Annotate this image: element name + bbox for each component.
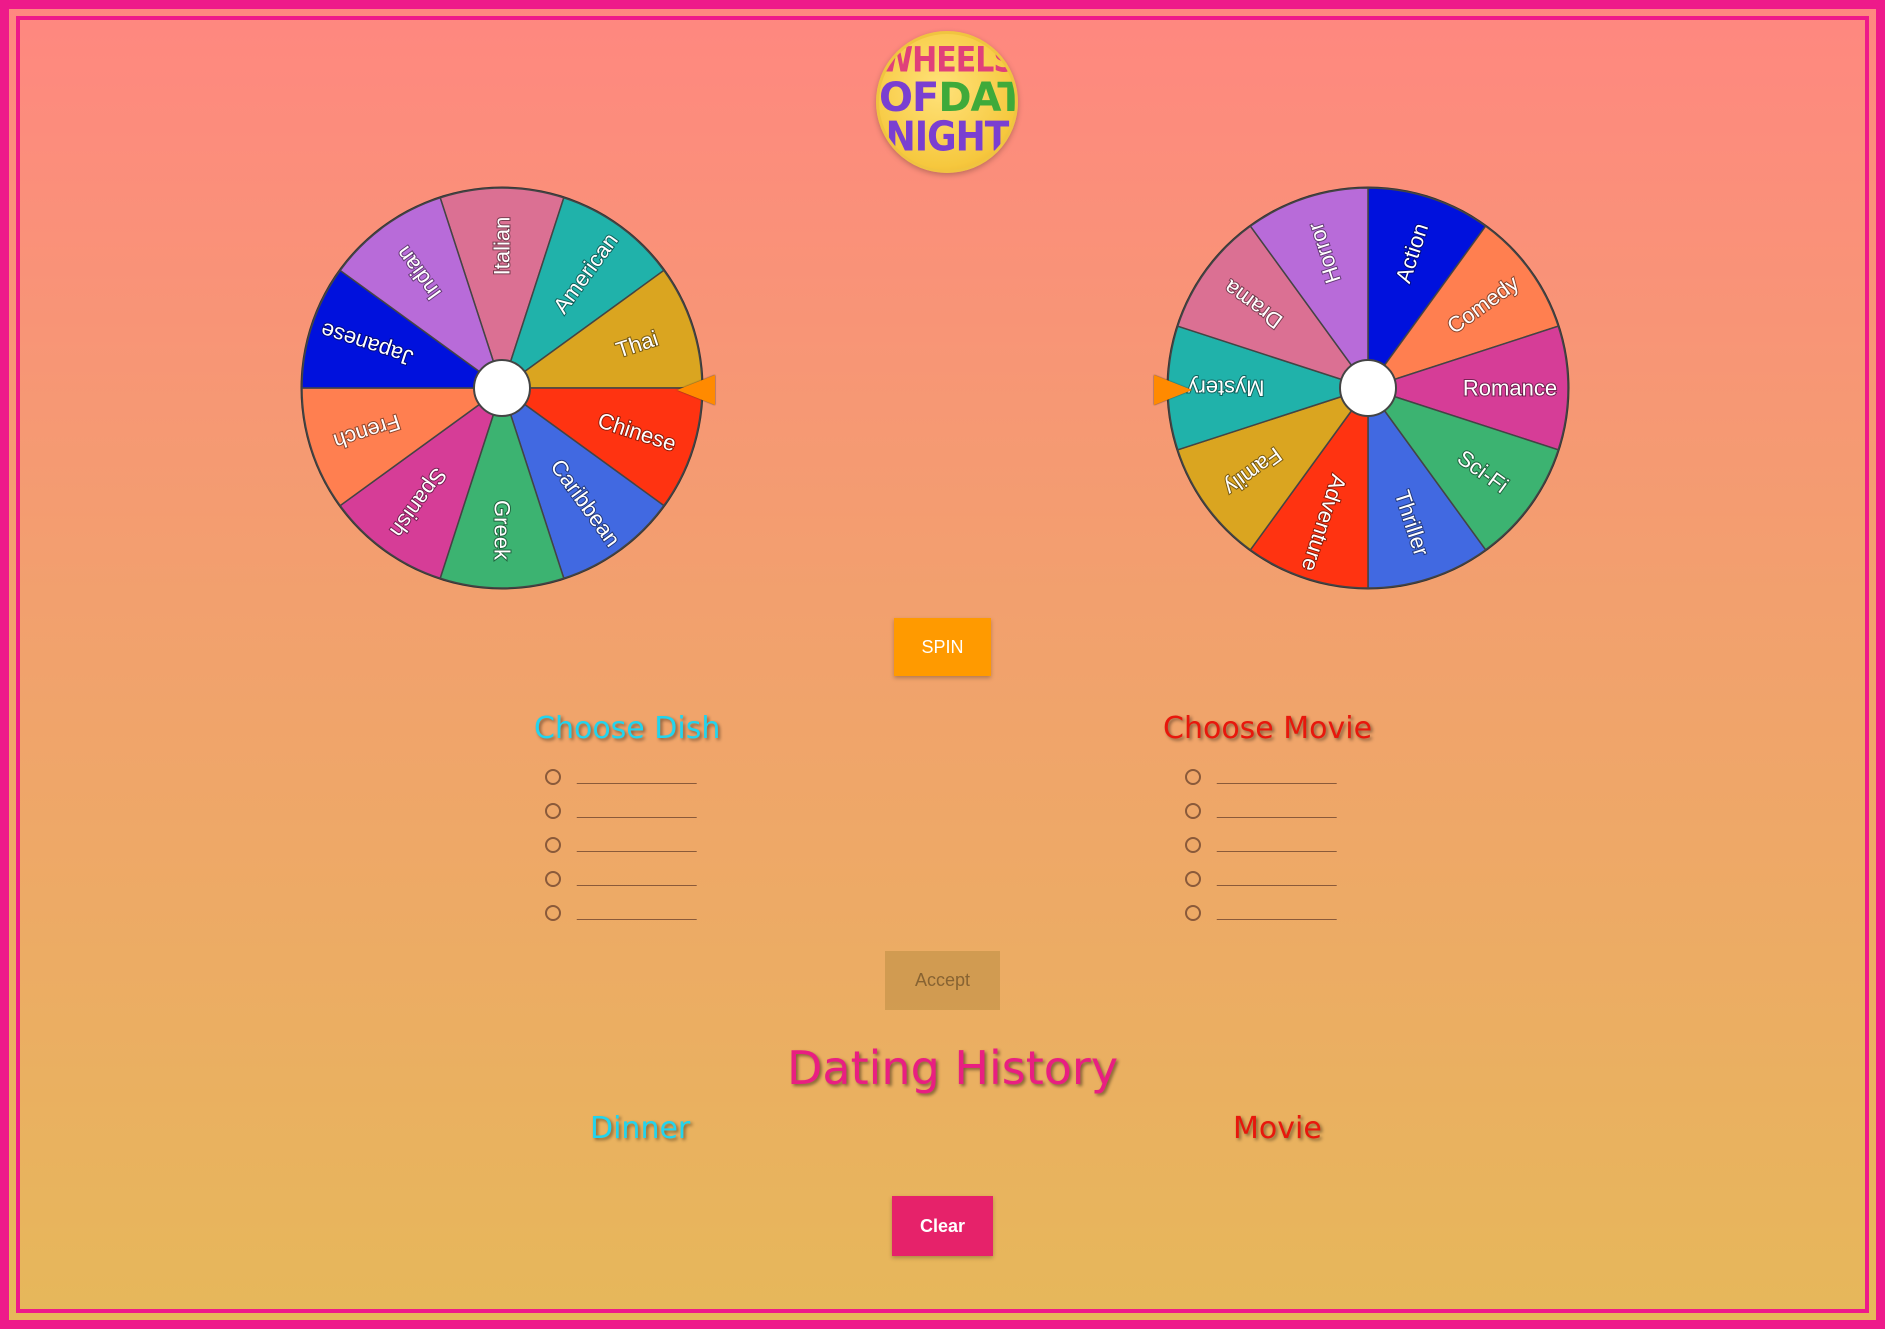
movie-option[interactable]: _______________ bbox=[1185, 896, 1336, 930]
movie-option[interactable]: _______________ bbox=[1185, 828, 1336, 862]
movie-option-label: _______________ bbox=[1217, 904, 1336, 921]
dish-option-label: _______________ bbox=[577, 870, 696, 887]
history-movie-column-header: Movie bbox=[1233, 1111, 1322, 1146]
logo-text-night: NIGHT bbox=[885, 113, 1010, 161]
dating-history-heading: Dating History bbox=[787, 1041, 1119, 1095]
movie-option-label: _______________ bbox=[1217, 768, 1336, 785]
movie-option[interactable]: _______________ bbox=[1185, 794, 1336, 828]
dish-options-list: _______________ _______________ ________… bbox=[545, 760, 696, 930]
spin-button[interactable]: SPIN bbox=[894, 618, 991, 676]
dish-wheel-segment-label: Italian bbox=[490, 217, 515, 276]
movie-option-radio[interactable] bbox=[1185, 905, 1201, 921]
movie-wheel[interactable]: ActionComedyRomanceSci-FiThrillerAdventu… bbox=[1163, 183, 1573, 593]
movie-options-list: _______________ _______________ ________… bbox=[1185, 760, 1336, 930]
choose-movie-heading: Choose Movie bbox=[1163, 711, 1373, 746]
dish-option-radio[interactable] bbox=[545, 837, 561, 853]
accept-button[interactable]: Accept bbox=[885, 951, 1000, 1010]
dish-wheel-pointer-icon bbox=[677, 375, 715, 405]
dish-option-radio[interactable] bbox=[545, 871, 561, 887]
movie-option-radio[interactable] bbox=[1185, 803, 1201, 819]
movie-wheel-pointer-icon bbox=[1154, 375, 1192, 405]
logo-text-of-date: OFDATE bbox=[879, 78, 1015, 118]
movie-wheel-segment-label: Mystery bbox=[1188, 376, 1265, 401]
dish-option-radio[interactable] bbox=[545, 905, 561, 921]
choose-dish-heading: Choose Dish bbox=[534, 711, 721, 746]
dish-option-radio[interactable] bbox=[545, 803, 561, 819]
dish-wheel-hub bbox=[473, 359, 531, 417]
dish-wheel[interactable]: Italian AmericanThaiChineseCaribbeanGreek… bbox=[297, 183, 707, 593]
movie-option-radio[interactable] bbox=[1185, 769, 1201, 785]
movie-wheel-hub bbox=[1339, 359, 1397, 417]
dish-option[interactable]: _______________ bbox=[545, 862, 696, 896]
movie-option-label: _______________ bbox=[1217, 802, 1336, 819]
dish-option[interactable]: _______________ bbox=[545, 760, 696, 794]
movie-option[interactable]: _______________ bbox=[1185, 760, 1336, 794]
movie-option[interactable]: _______________ bbox=[1185, 862, 1336, 896]
dish-option-label: _______________ bbox=[577, 904, 696, 921]
dish-option-radio[interactable] bbox=[545, 769, 561, 785]
wheels-of-date-night-logo: WHEELS OFDATE NIGHT bbox=[876, 31, 1018, 173]
movie-option-radio[interactable] bbox=[1185, 837, 1201, 853]
dish-wheel-segment-label: Greek bbox=[490, 500, 515, 561]
logo-text-wheels: WHEELS bbox=[880, 40, 1015, 81]
dish-option-label: _______________ bbox=[577, 768, 696, 785]
movie-option-label: _______________ bbox=[1217, 836, 1336, 853]
dish-option[interactable]: _______________ bbox=[545, 794, 696, 828]
movie-wheel-segment-label: Romance bbox=[1463, 376, 1557, 401]
dish-option[interactable]: _______________ bbox=[545, 828, 696, 862]
movie-option-radio[interactable] bbox=[1185, 871, 1201, 887]
dish-option-label: _______________ bbox=[577, 836, 696, 853]
history-dinner-column-header: Dinner bbox=[590, 1111, 691, 1146]
dish-option-label: _______________ bbox=[577, 802, 696, 819]
clear-button[interactable]: Clear bbox=[892, 1196, 993, 1256]
movie-option-label: _______________ bbox=[1217, 870, 1336, 887]
dish-option[interactable]: _______________ bbox=[545, 896, 696, 930]
